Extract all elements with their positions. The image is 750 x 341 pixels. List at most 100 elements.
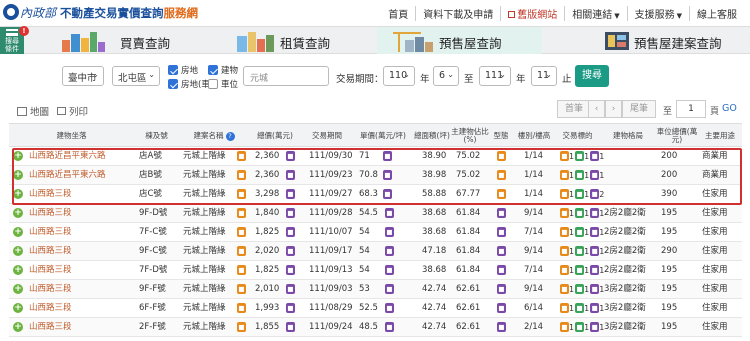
tab-rent-query[interactable]: 租賃查詢 <box>215 27 365 55</box>
map-button[interactable]: 地圖 <box>17 104 49 118</box>
nav-home[interactable]: 首頁 <box>381 6 415 21</box>
cell-address[interactable]: 山西路近昌平東六路 <box>29 147 106 166</box>
col-date[interactable]: 交易期間 <box>301 124 353 148</box>
col-target[interactable]: 交易標的 <box>555 124 600 148</box>
unit-price-note-icon[interactable]: ■ <box>383 189 392 199</box>
expand-row-icon[interactable]: + <box>13 246 23 256</box>
expand-row-icon[interactable]: + <box>13 151 23 161</box>
last-page-button[interactable]: 尾筆 <box>622 100 656 118</box>
project-info-icon[interactable]: ■ <box>237 303 246 313</box>
price-detail-icon[interactable]: ■ <box>286 151 295 161</box>
district-select[interactable]: 北屯區 ⌄ <box>112 66 160 86</box>
checkbox-building[interactable]: 建物 <box>208 64 238 76</box>
expand-row-icon[interactable]: + <box>13 227 23 237</box>
cell-address[interactable]: 山西路三段 <box>29 185 72 204</box>
unit-price-note-icon[interactable]: ■ <box>385 227 394 237</box>
nav-old-site[interactable]: 舊版網站 <box>500 6 564 21</box>
col-total-price[interactable]: 總價(萬元) <box>249 124 301 148</box>
unit-price-note-icon[interactable]: ■ <box>383 151 392 161</box>
checkbox-land-building-parking[interactable]: 房地(車) <box>168 78 213 90</box>
col-area[interactable]: 總面積(坪) <box>413 124 451 148</box>
print-button[interactable]: 列印 <box>57 104 88 118</box>
price-detail-icon[interactable]: ■ <box>286 189 295 199</box>
tab-sale-query[interactable]: 買賣查詢 <box>30 27 210 55</box>
unit-price-note-icon[interactable]: ■ <box>385 303 394 313</box>
first-page-button[interactable]: 首筆 <box>557 100 591 118</box>
col-project[interactable]: 建案名稱? <box>179 124 249 148</box>
unit-price-note-icon[interactable]: ■ <box>385 265 394 275</box>
from-month-select[interactable]: 6 ⌄ <box>433 66 459 86</box>
help-icon[interactable]: ? <box>225 131 235 141</box>
table-row[interactable]: + 山西路三段 9F-F號 元城上階綠 2,010 111/09/03 53 42.74 62.… <box>9 280 742 299</box>
project-info-icon[interactable]: ■ <box>237 227 246 237</box>
go-button[interactable]: GO <box>722 103 737 114</box>
expand-row-icon[interactable]: + <box>13 265 23 275</box>
col-address[interactable]: 建物坐落 <box>9 124 134 148</box>
nav-links[interactable]: 相關連結 ▼ <box>564 6 626 21</box>
next-page-button[interactable]: › <box>605 100 622 118</box>
expand-row-icon[interactable]: + <box>13 284 23 294</box>
cell-address[interactable]: 山西路三段 <box>29 318 72 337</box>
price-detail-icon[interactable]: ■ <box>286 303 295 313</box>
project-info-icon[interactable]: ■ <box>237 246 246 256</box>
col-layout[interactable]: 建物格局 <box>600 124 656 148</box>
price-detail-icon[interactable]: ■ <box>286 284 295 294</box>
unit-price-note-icon[interactable]: ■ <box>385 284 394 294</box>
cell-address[interactable]: 山西路三段 <box>29 242 72 261</box>
table-row[interactable]: + 山西路三段 9F-D號 元城上階綠 1,840 111/09/28 54.5 38.68 6… <box>9 204 742 223</box>
cell-address[interactable]: 山西路三段 <box>29 299 72 318</box>
col-parking-price[interactable]: 車位總價(萬元) <box>656 124 698 148</box>
unit-price-note-icon[interactable]: ■ <box>385 322 394 332</box>
city-select[interactable]: 臺中市 ⌄ <box>62 66 104 86</box>
expand-row-icon[interactable]: + <box>13 170 23 180</box>
search-button[interactable]: 搜尋 <box>575 65 609 87</box>
to-year-select[interactable]: 111 ⌄ <box>479 66 511 86</box>
col-type[interactable]: 型態 <box>489 124 513 148</box>
page-number-input[interactable]: 1 <box>676 100 706 118</box>
price-detail-icon[interactable]: ■ <box>286 170 295 180</box>
price-detail-icon[interactable]: ■ <box>286 322 295 332</box>
community-name-input[interactable]: 元城 <box>243 66 329 86</box>
table-row[interactable]: + 山西路近昌平東六路 店B號 元城上階綠 2,360 111/09/23 70.8 38.9… <box>9 166 742 185</box>
expand-row-icon[interactable]: + <box>13 303 23 313</box>
project-info-icon[interactable]: ■ <box>237 189 246 199</box>
prev-page-button[interactable]: ‹ <box>588 100 605 118</box>
table-row[interactable]: + 山西路近昌平東六路 店A號 元城上階綠 2,360 111/09/30 71 38.90 7… <box>9 147 742 166</box>
table-row[interactable]: + 山西路三段 店C號 元城上階綠 3,298 111/09/27 68.3 58.88 67.… <box>9 185 742 204</box>
to-month-select[interactable]: 11 ⌄ <box>531 66 557 86</box>
project-info-icon[interactable]: ■ <box>237 265 246 275</box>
price-detail-icon[interactable]: ■ <box>286 227 295 237</box>
price-detail-icon[interactable]: ■ <box>286 265 295 275</box>
table-row[interactable]: + 山西路三段 7F-D號 元城上階綠 1,825 111/09/13 54 38.68 61.… <box>9 261 742 280</box>
table-row[interactable]: + 山西路三段 6F-F號 元城上階綠 1,993 111/08/29 52.5 42.74 6… <box>9 299 742 318</box>
cell-address[interactable]: 山西路三段 <box>29 223 72 242</box>
col-unit-price[interactable]: 單價(萬元/坪) <box>353 124 413 148</box>
checkbox-land-building[interactable]: 房地 <box>168 64 198 76</box>
expand-row-icon[interactable]: + <box>13 322 23 332</box>
search-conditions-button[interactable]: 搜尋條件 ! <box>0 26 29 55</box>
from-year-select[interactable]: 110 ⌄ <box>383 66 415 86</box>
tab-presale-query[interactable]: 預售屋查詢 <box>377 27 542 55</box>
unit-price-note-icon[interactable]: ■ <box>385 208 394 218</box>
project-info-icon[interactable]: ■ <box>237 284 246 294</box>
col-main-ratio[interactable]: 主建物佔比(%) <box>451 124 489 148</box>
table-row[interactable]: + 山西路三段 2F-F號 元城上階綠 1,855 111/09/24 48.5 42.74 6… <box>9 318 742 337</box>
unit-price-note-icon[interactable]: ■ <box>383 170 392 180</box>
price-detail-icon[interactable]: ■ <box>286 246 295 256</box>
cell-address[interactable]: 山西路近昌平東六路 <box>29 166 106 185</box>
checkbox-parking[interactable]: 車位 <box>208 78 238 90</box>
tab-presale-project-query[interactable]: 預售屋建案查詢 <box>548 27 748 55</box>
project-info-icon[interactable]: ■ <box>237 322 246 332</box>
col-unit[interactable]: 棟及號 <box>134 124 179 148</box>
nav-customer-service[interactable]: 線上客服 <box>689 6 744 21</box>
project-info-icon[interactable]: ■ <box>237 170 246 180</box>
cell-address[interactable]: 山西路三段 <box>29 280 72 299</box>
ministry-logo-text[interactable]: 內政部 <box>20 4 56 21</box>
table-row[interactable]: + 山西路三段 7F-C號 元城上階綠 1,825 111/10/07 54 38.68 61.… <box>9 223 742 242</box>
cell-address[interactable]: 山西路三段 <box>29 204 72 223</box>
nav-support[interactable]: 支援服務 ▼ <box>626 6 689 21</box>
expand-row-icon[interactable]: + <box>13 189 23 199</box>
col-usage[interactable]: 主要用途 <box>698 124 742 148</box>
site-title[interactable]: 不動產交易實價查詢服務網 <box>60 5 198 21</box>
expand-row-icon[interactable]: + <box>13 208 23 218</box>
